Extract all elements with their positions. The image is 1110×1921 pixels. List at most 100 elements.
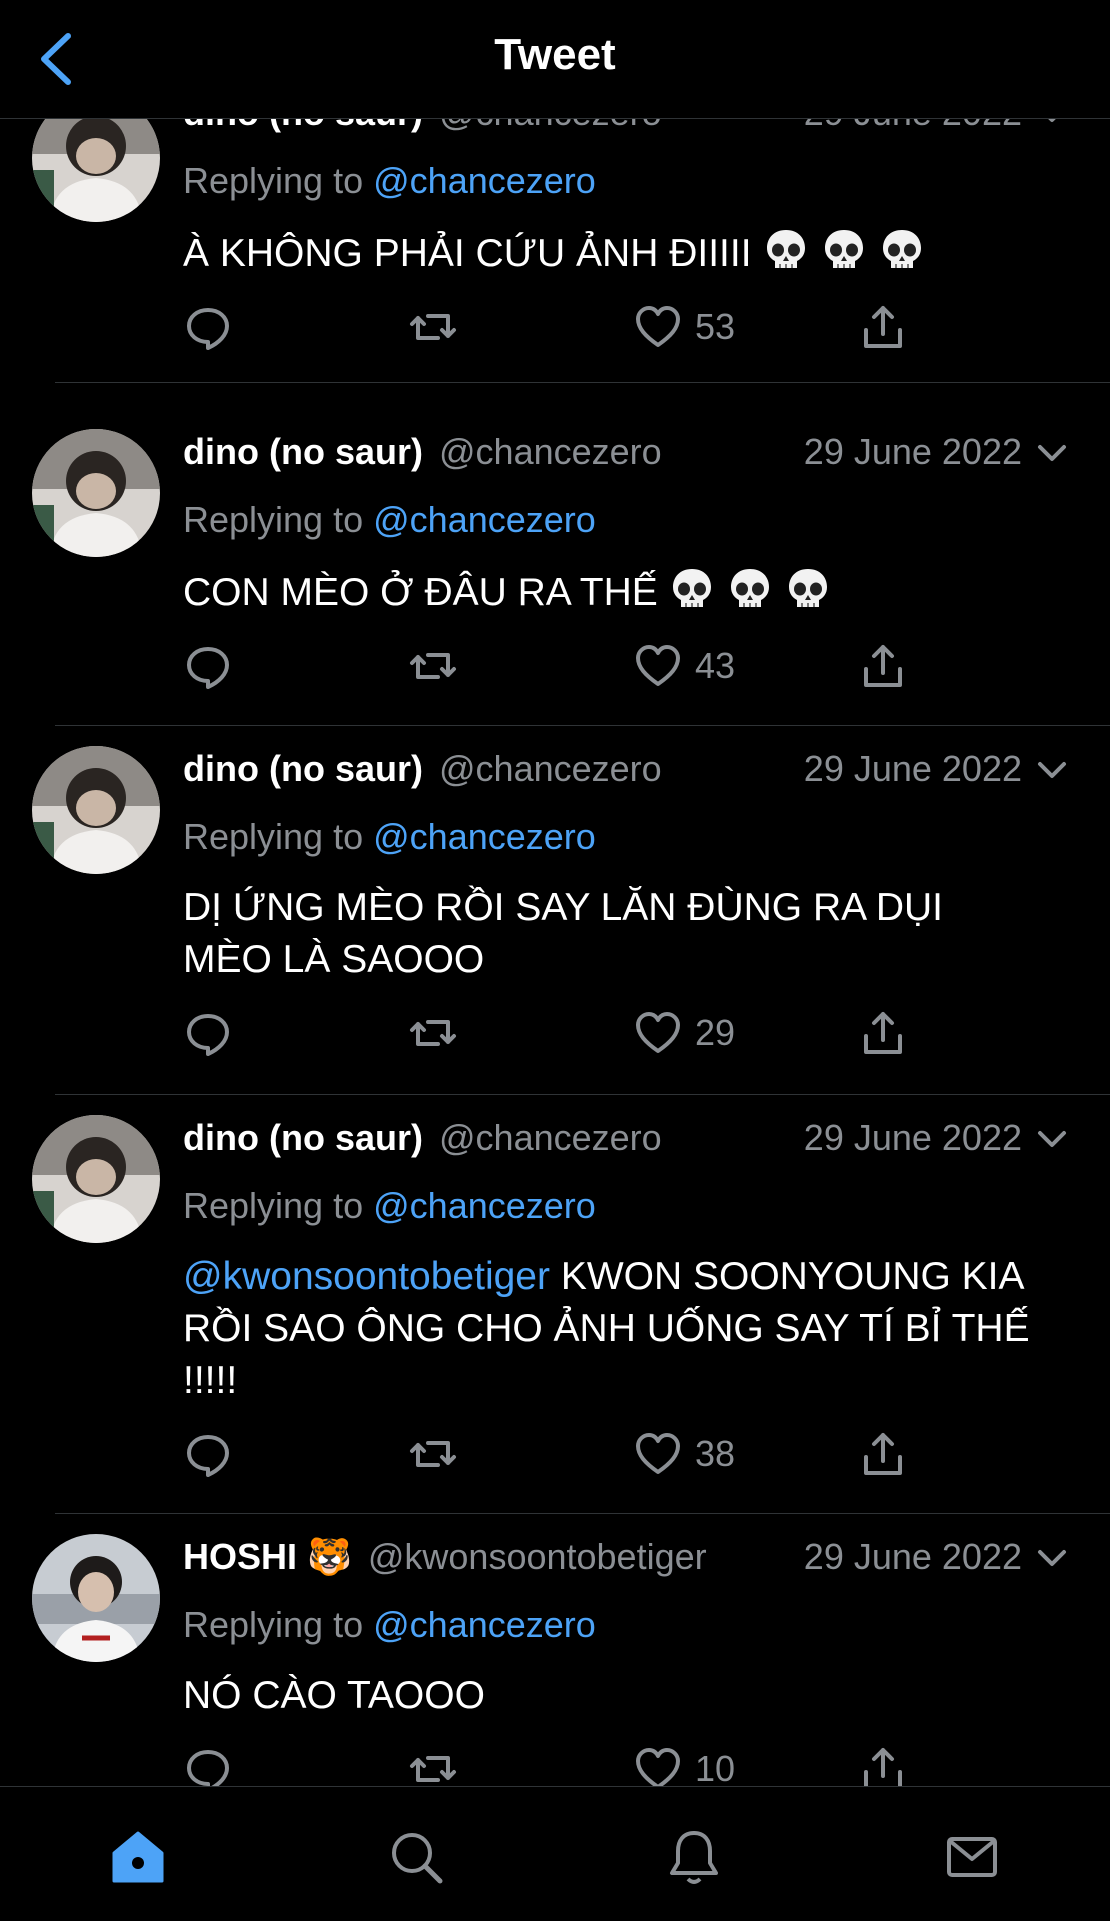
- like-button[interactable]: 29: [633, 1006, 735, 1060]
- share-button[interactable]: [858, 1427, 908, 1481]
- replying-to-link[interactable]: @chancezero: [373, 1604, 596, 1645]
- like-button[interactable]: 10: [633, 1742, 735, 1786]
- skull-emoji-group: [658, 569, 832, 614]
- share-icon: [864, 1433, 902, 1475]
- reply-icon: [187, 1435, 229, 1477]
- like-button[interactable]: 38: [633, 1427, 735, 1481]
- author-handle[interactable]: @chancezero: [439, 1117, 662, 1158]
- tweet-actions: 43: [183, 639, 1070, 699]
- avatar[interactable]: [32, 429, 160, 557]
- reply-thread: dino (no saur) @chancezero 29 June 2022 …: [0, 118, 1110, 1786]
- retweet-button[interactable]: [408, 1006, 458, 1060]
- replying-to-link[interactable]: @chancezero: [373, 816, 596, 857]
- replying-to-link[interactable]: @chancezero: [373, 499, 596, 540]
- author-handle[interactable]: @chancezero: [439, 431, 662, 472]
- replying-prefix: Replying to: [183, 816, 364, 857]
- like-count: 38: [695, 1433, 736, 1474]
- tweet-body: dino (no saur) @chancezero 29 June 2022 …: [183, 748, 1070, 1066]
- skull-emoji-icon: [726, 565, 774, 613]
- tweet-text: CON MÈO Ở ĐÂU RA THẾ: [183, 565, 1070, 619]
- reply-icon: [187, 308, 229, 350]
- tab-home[interactable]: [108, 1827, 168, 1887]
- chevron-down-icon[interactable]: [1034, 1540, 1070, 1576]
- home-icon: [112, 1831, 164, 1883]
- tweet-date: 29 June 2022: [803, 431, 1022, 472]
- divider: [55, 1513, 1110, 1514]
- tweet-body: dino (no saur) @chancezero 29 June 2022 …: [183, 1117, 1070, 1487]
- reply-button[interactable]: [183, 1006, 233, 1060]
- tweet-body: dino (no saur) @chancezero 29 June 2022 …: [183, 431, 1070, 699]
- tweet-actions: 29: [183, 1006, 1070, 1066]
- avatar[interactable]: [32, 1115, 160, 1243]
- share-button[interactable]: [858, 1742, 908, 1786]
- tab-notifications[interactable]: [664, 1827, 724, 1887]
- like-icon: [636, 1012, 680, 1053]
- tab-search[interactable]: [386, 1827, 446, 1887]
- skull-emoji-icon: [668, 565, 716, 613]
- retweet-icon: [410, 1756, 456, 1782]
- author-handle[interactable]: @kwonsoontobetiger: [368, 1536, 707, 1577]
- retweet-button[interactable]: [408, 639, 458, 693]
- reply-button[interactable]: [183, 300, 233, 354]
- like-icon: [636, 306, 680, 347]
- author-name[interactable]: dino (no saur): [183, 431, 423, 472]
- replying-to: Replying to @chancezero: [183, 160, 1070, 208]
- tweet-text: À KHÔNG PHẢI CỨU ẢNH ĐIIIII: [183, 226, 1070, 280]
- reply-button[interactable]: [183, 1742, 233, 1786]
- share-button[interactable]: [858, 300, 908, 354]
- retweet-button[interactable]: [408, 1427, 458, 1481]
- author-name[interactable]: dino (no saur): [183, 118, 423, 133]
- like-icon: [636, 1433, 680, 1474]
- reply-icon: [187, 1014, 229, 1056]
- like-count: 53: [695, 306, 736, 347]
- tweet-body: dino (no saur) @chancezero 29 June 2022 …: [183, 118, 1070, 360]
- skull-emoji-icon: [784, 565, 832, 613]
- avatar[interactable]: [32, 746, 160, 874]
- like-button[interactable]: 53: [633, 300, 735, 354]
- tweet-text-content: DỊ ỨNG MÈO RỒI SAY LĂN ĐÙNG RA DỤI MÈO L…: [183, 886, 943, 981]
- like-button[interactable]: 43: [633, 639, 735, 693]
- tweet-date: 29 June 2022: [803, 1536, 1022, 1577]
- top-bar: Tweet: [0, 0, 1110, 119]
- share-icon: [864, 1748, 902, 1786]
- replying-to-link[interactable]: @chancezero: [373, 160, 596, 201]
- chevron-down-icon[interactable]: [1034, 1121, 1070, 1157]
- chevron-down-icon[interactable]: [1034, 118, 1070, 132]
- reply-icon: [187, 647, 229, 689]
- skull-emoji-icon: [878, 226, 926, 274]
- share-button[interactable]: [858, 639, 908, 693]
- replying-prefix: Replying to: [183, 1604, 364, 1645]
- chevron-down-icon[interactable]: [1034, 752, 1070, 788]
- tweet-date: 29 June 2022: [803, 1117, 1022, 1158]
- mention-link[interactable]: @kwonsoontobetiger: [183, 1255, 550, 1298]
- avatar[interactable]: [32, 1534, 160, 1662]
- bottom-tab-bar: [0, 1786, 1110, 1921]
- replying-to: Replying to @chancezero: [183, 1185, 1070, 1233]
- divider: [55, 382, 1110, 383]
- chevron-down-icon[interactable]: [1034, 435, 1070, 471]
- author-handle[interactable]: @chancezero: [439, 748, 662, 789]
- tweet-actions: 53: [183, 300, 1070, 360]
- reply-button[interactable]: [183, 639, 233, 693]
- retweet-button[interactable]: [408, 300, 458, 354]
- tweet-actions: 10: [183, 1742, 1070, 1786]
- retweet-button[interactable]: [408, 1742, 458, 1786]
- retweet-icon: [410, 1020, 456, 1046]
- tweet-actions: 38: [183, 1427, 1070, 1487]
- like-count: 29: [695, 1012, 736, 1053]
- reply-button[interactable]: [183, 1427, 233, 1481]
- share-button[interactable]: [858, 1006, 908, 1060]
- replying-to-link[interactable]: @chancezero: [373, 1185, 596, 1226]
- tweet-date: 29 June 2022: [803, 748, 1022, 789]
- author-name[interactable]: dino (no saur): [183, 748, 423, 789]
- tweet-text-content: À KHÔNG PHẢI CỨU ẢNH ĐIIIII: [183, 232, 752, 275]
- skull-emoji-group: [752, 230, 926, 275]
- tab-messages[interactable]: [942, 1827, 1002, 1887]
- share-icon: [864, 306, 902, 348]
- author-name[interactable]: HOSHI 🐯: [183, 1536, 352, 1577]
- author-handle[interactable]: @chancezero: [439, 118, 662, 133]
- replying-to: Replying to @chancezero: [183, 816, 1070, 864]
- author-name[interactable]: dino (no saur): [183, 1117, 423, 1158]
- avatar[interactable]: [32, 118, 160, 222]
- tweet-text: NÓ CÀO TAOOO: [183, 1670, 1070, 1722]
